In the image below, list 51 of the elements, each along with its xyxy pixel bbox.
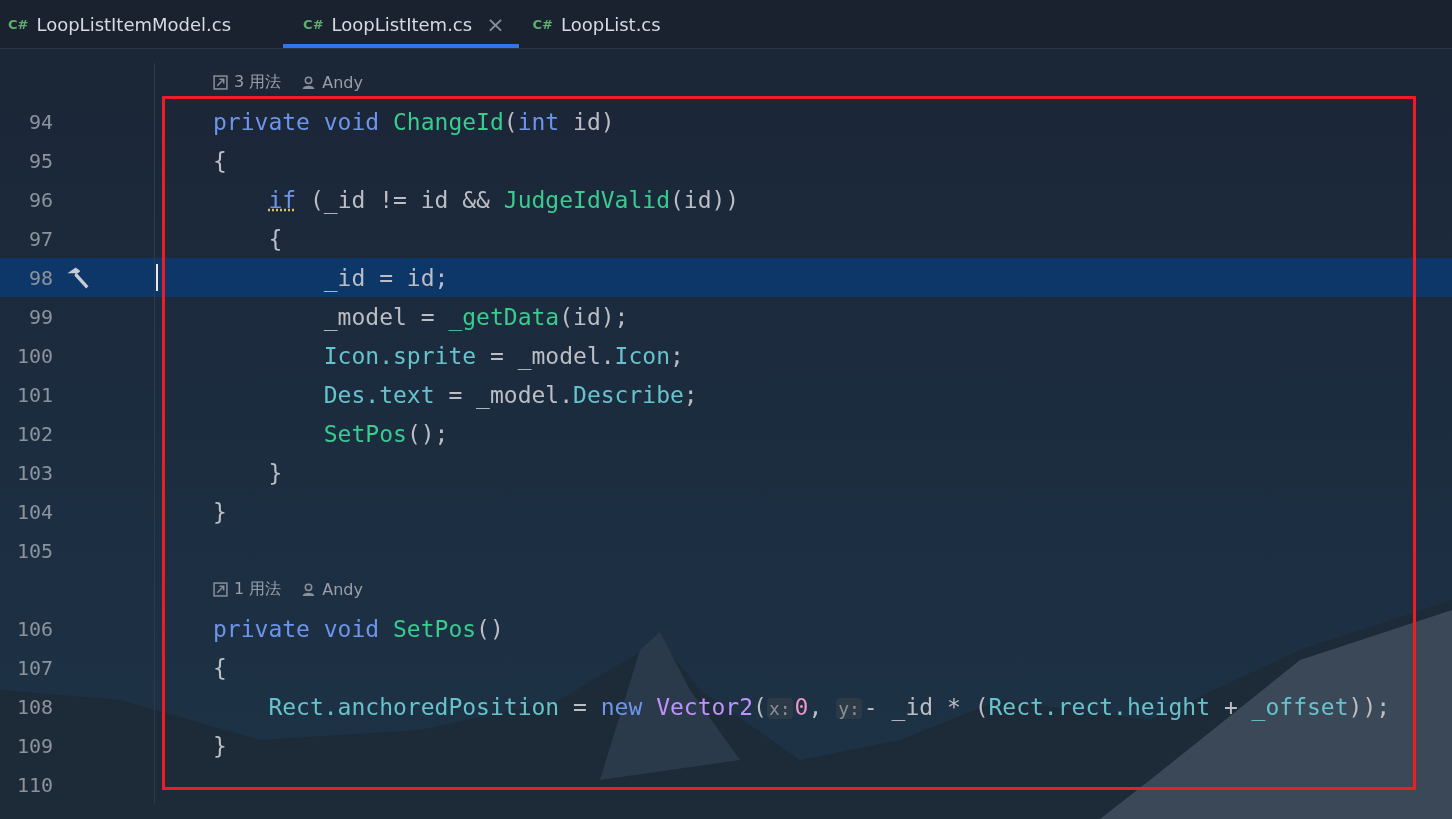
line-number: 95	[27, 148, 53, 173]
tab-label: LoopList.cs	[561, 13, 661, 35]
line-number: 108	[15, 694, 53, 719]
code-line: private void ChangeId(int id)	[213, 108, 615, 135]
code-line: {	[267, 225, 283, 252]
line-number: 100	[15, 343, 53, 368]
line-number: 106	[15, 616, 53, 641]
file-tab[interactable]: C# LoopListItem.cs ×	[283, 0, 519, 48]
line-number: 101	[15, 382, 53, 407]
line-number: 96	[27, 187, 53, 212]
code-line: Rect.anchoredPosition = new Vector2(x: 0, y: - _id * (Rect.rect.height + _offset));	[267, 693, 1391, 720]
csharp-file-icon: C#	[303, 16, 324, 32]
code-line: }	[267, 459, 283, 486]
line-number: 109	[15, 733, 53, 758]
usages-link[interactable]: 3 用法	[234, 72, 282, 93]
code-line: {	[213, 147, 227, 174]
code-line: _id = id;	[322, 264, 449, 291]
line-number: 99	[27, 304, 53, 329]
csharp-file-icon: C#	[532, 16, 553, 32]
code-line: {	[213, 654, 227, 681]
usages-icon[interactable]	[213, 582, 228, 597]
code-line: }	[213, 498, 227, 525]
code-line: Icon.sprite = _model.Icon;	[322, 342, 684, 369]
usages-icon[interactable]	[213, 75, 228, 90]
code-line: Des.text = _model.Describe;	[322, 381, 698, 408]
tab-label: LoopListItemModel.cs	[36, 13, 232, 35]
usages-link[interactable]: 1 用法	[234, 579, 282, 600]
tab-label: LoopListItem.cs	[331, 13, 473, 35]
line-number: 107	[15, 655, 53, 680]
line-number: 104	[15, 499, 53, 524]
line-number: 105	[15, 538, 53, 563]
file-tab[interactable]: C# LoopList.cs	[532, 0, 675, 48]
code-line: if (_id != id && JudgeIdValid(id))	[267, 186, 740, 213]
line-number: 97	[27, 226, 53, 251]
line-number: 103	[15, 460, 53, 485]
file-tab[interactable]: C# LoopListItemModel.cs	[8, 0, 246, 48]
author-name: Andy	[322, 73, 363, 92]
line-number: 98	[27, 265, 53, 290]
line-number: 102	[15, 421, 53, 446]
user-icon	[301, 582, 317, 597]
line-number: 94	[27, 109, 53, 134]
code-line: private void SetPos()	[213, 615, 504, 642]
code-line: SetPos();	[322, 420, 449, 447]
user-icon	[301, 75, 317, 90]
code-line: _model = _getData(id);	[322, 303, 629, 330]
author-name: Andy	[322, 580, 363, 599]
code-line: }	[213, 732, 227, 759]
line-number: 110	[15, 772, 53, 797]
csharp-file-icon: C#	[8, 16, 29, 32]
close-icon[interactable]: ×	[486, 11, 505, 37]
text-cursor	[156, 264, 158, 291]
